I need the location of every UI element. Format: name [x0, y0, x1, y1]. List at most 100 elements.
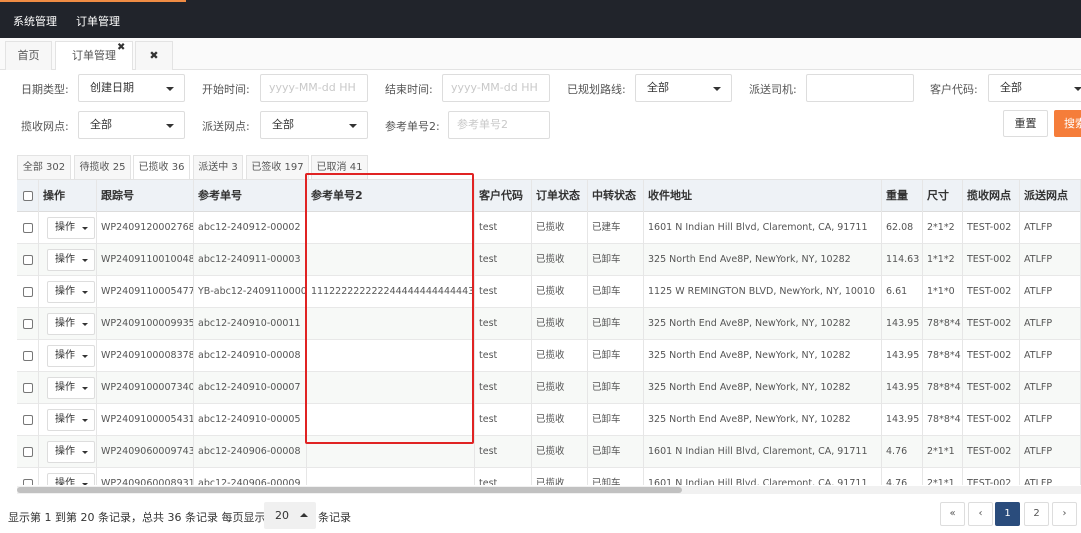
table-row[interactable]: 操作 WP2409110010048 abc12-240911-00003 test 已… — [17, 244, 1081, 276]
page-1-button[interactable]: 1 — [995, 502, 1020, 526]
status-tab-all[interactable]: 全部 302 — [17, 155, 71, 179]
pickup-site-value: 全部 — [90, 118, 112, 131]
row-action-label: 操作 — [55, 478, 75, 485]
cell-order-status: 已揽收 — [532, 372, 588, 404]
chevron-down-icon — [82, 227, 88, 230]
scrollbar-thumb[interactable] — [17, 487, 682, 493]
row-action-dropdown[interactable]: 操作 — [47, 313, 95, 335]
column-header-customer-code: 客户代码 — [475, 180, 532, 212]
cell-tracking-number: WP2409110005477 — [97, 276, 194, 308]
date-type-select[interactable]: 创建日期 — [78, 74, 185, 102]
row-checkbox[interactable] — [23, 415, 33, 425]
table-row[interactable]: 操作 WP2409110005477 YB-abc12-240911000006 11… — [17, 276, 1081, 308]
tab-home[interactable]: 首页 — [5, 41, 52, 70]
row-action-dropdown[interactable]: 操作 — [47, 345, 95, 367]
chevron-down-icon — [82, 259, 88, 262]
row-op-cell: 操作 — [39, 244, 97, 276]
row-action-label: 操作 — [55, 446, 75, 457]
cell-tracking-number: WP2409100008378 — [97, 340, 194, 372]
driver-input[interactable] — [806, 74, 914, 102]
table-row[interactable]: 操作 WP2409060008931 abc12-240906-00009 test 已… — [17, 468, 1081, 485]
route-select[interactable]: 全部 — [635, 74, 732, 102]
cell-ref-number: abc12-240906-00008 — [194, 436, 307, 468]
cell-customer-code: test — [475, 340, 532, 372]
row-action-label: 操作 — [55, 286, 75, 297]
cell-transfer-status: 已卸车 — [588, 468, 644, 485]
row-action-dropdown[interactable]: 操作 — [47, 441, 95, 463]
cell-tracking-number: WP2409100005431 — [97, 404, 194, 436]
cell-weight: 143.95 — [882, 340, 923, 372]
row-checkbox[interactable] — [23, 351, 33, 361]
cell-pickup-site: TEST-002 — [963, 212, 1020, 244]
pickup-site-select[interactable]: 全部 — [78, 111, 185, 139]
row-op-cell: 操作 — [39, 308, 97, 340]
row-op-cell: 操作 — [39, 276, 97, 308]
row-action-dropdown[interactable]: 操作 — [47, 473, 95, 485]
row-checkbox[interactable] — [23, 447, 33, 457]
prev-page-button[interactable]: ‹ — [968, 502, 993, 526]
row-op-cell: 操作 — [39, 436, 97, 468]
delivery-site-select[interactable]: 全部 — [260, 111, 368, 139]
row-action-label: 操作 — [55, 254, 75, 265]
row-checkbox[interactable] — [23, 223, 33, 233]
table-row[interactable]: 操作 WP2409100008378 abc12-240910-00008 test 已… — [17, 340, 1081, 372]
search-button[interactable]: 搜索 — [1054, 110, 1081, 137]
row-checkbox[interactable] — [23, 319, 33, 329]
next-page-button[interactable]: › — [1052, 502, 1077, 526]
table-row[interactable]: 操作 WP2409120002768 abc12-240912-00002 test 已… — [17, 212, 1081, 244]
cell-tracking-number: WP2409060009743 — [97, 436, 194, 468]
page-size-select[interactable]: 20 — [264, 502, 316, 529]
status-tab-signed[interactable]: 已签收 197 — [246, 155, 309, 179]
nav-system-management[interactable]: 系统管理 — [13, 13, 57, 29]
cell-ref-number: abc12-240910-00008 — [194, 340, 307, 372]
status-tab-delivering[interactable]: 派送中 3 — [193, 155, 243, 179]
cell-order-status: 已揽收 — [532, 404, 588, 436]
tab-close-icon[interactable]: ✖ — [117, 42, 125, 53]
select-all-checkbox[interactable] — [23, 191, 33, 201]
row-checkbox[interactable] — [23, 479, 33, 485]
cell-delivery-site: ATLFP — [1020, 404, 1081, 436]
row-checkbox[interactable] — [23, 287, 33, 297]
row-action-dropdown[interactable]: 操作 — [47, 409, 95, 431]
page-2-button[interactable]: 2 — [1024, 502, 1049, 526]
status-tab-pending-pickup[interactable]: 待揽收 25 — [74, 155, 131, 179]
chevron-down-icon — [713, 87, 721, 91]
table-row[interactable]: 操作 WP2409100007340 abc12-240910-00007 test 已… — [17, 372, 1081, 404]
tab-label: 订单管理 — [72, 49, 116, 62]
start-time-input[interactable]: yyyy-MM-dd HH — [260, 74, 368, 102]
cell-recipient-address: 325 North End Ave8P, NewYork, NY, 10282 — [644, 404, 882, 436]
row-checkbox[interactable] — [23, 255, 33, 265]
status-tab-cancelled[interactable]: 已取消 41 — [311, 155, 368, 179]
page-tab-bar: 首页 订单管理 ✖ ✖ — [0, 38, 1081, 70]
ref2-input[interactable]: 参考单号2 — [448, 111, 550, 139]
cell-tracking-number: WP2409120002768 — [97, 212, 194, 244]
end-time-input[interactable]: yyyy-MM-dd HH — [442, 74, 550, 102]
cell-weight: 143.95 — [882, 404, 923, 436]
cell-transfer-status: 已卸车 — [588, 340, 644, 372]
row-action-dropdown[interactable]: 操作 — [47, 281, 95, 303]
cell-dimensions: 78*8*4 — [923, 372, 963, 404]
status-tab-picked-up[interactable]: 已揽收 36 — [133, 155, 190, 180]
row-checkbox[interactable] — [23, 383, 33, 393]
table-row[interactable]: 操作 WP2409100009935 abc12-240910-00011 test 已… — [17, 308, 1081, 340]
close-all-tabs-button[interactable]: ✖ — [135, 41, 173, 70]
row-action-dropdown[interactable]: 操作 — [47, 377, 95, 399]
row-checkbox-cell — [17, 276, 39, 308]
horizontal-scrollbar[interactable] — [17, 486, 1081, 494]
cell-ref-number-2 — [307, 308, 475, 340]
nav-order-management[interactable]: 订单管理 — [76, 13, 120, 29]
pickup-site-label: 揽收网点: — [21, 120, 69, 133]
customer-code-select[interactable]: 全部 — [988, 74, 1081, 102]
row-action-dropdown[interactable]: 操作 — [47, 217, 95, 239]
cell-ref-number-2: 1112222222222444444444444433 — [307, 276, 475, 308]
delivery-site-value: 全部 — [272, 118, 294, 131]
table-row[interactable]: 操作 WP2409060009743 abc12-240906-00008 test 已… — [17, 436, 1081, 468]
cell-weight: 4.76 — [882, 436, 923, 468]
first-page-button[interactable]: « — [940, 502, 965, 526]
row-action-dropdown[interactable]: 操作 — [47, 249, 95, 271]
cell-weight: 143.95 — [882, 372, 923, 404]
cell-customer-code: test — [475, 244, 532, 276]
column-header-weight: 重量 — [882, 180, 923, 212]
reset-button[interactable]: 重置 — [1003, 110, 1048, 137]
table-row[interactable]: 操作 WP2409100005431 abc12-240910-00005 test 已… — [17, 404, 1081, 436]
